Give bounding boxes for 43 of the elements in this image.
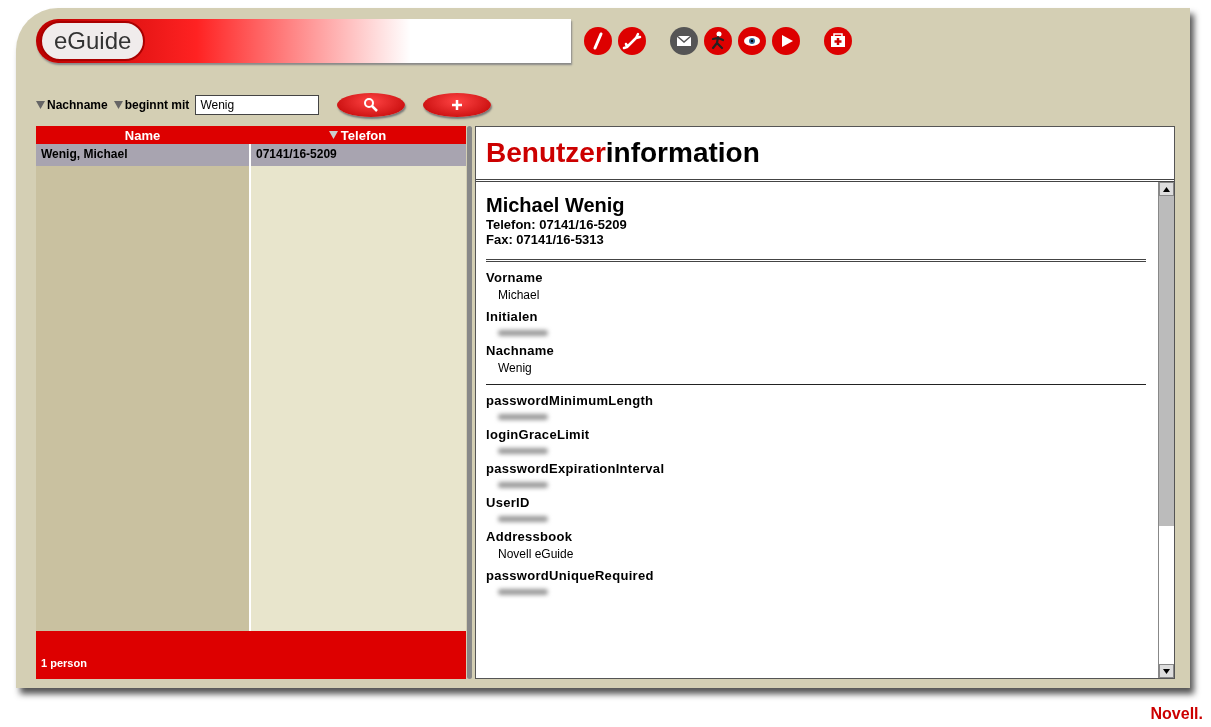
fax-text: Fax: 07141/16-5313 (486, 232, 605, 247)
search-icon (363, 97, 380, 113)
person-name: Michael Wenig (486, 194, 626, 217)
runner-icon[interactable] (703, 26, 733, 56)
table-cell: Wenig, Michael (36, 144, 249, 166)
result-count: 1 person (41, 657, 87, 669)
scroll-up-icon[interactable] (1159, 182, 1174, 196)
scroll-down-icon[interactable] (1159, 664, 1174, 678)
field-label: Vorname (486, 270, 544, 285)
play-icon[interactable] (771, 26, 801, 56)
field-value: Michael (498, 288, 541, 302)
page-title: Benutzerinformation (486, 137, 761, 169)
pencil-icon[interactable] (583, 26, 613, 56)
brand-logo: Novell. (1150, 705, 1203, 723)
table-cell: 07141/16-5209 (251, 144, 466, 166)
field-label: Initialen (486, 309, 539, 324)
sort-icon (328, 131, 338, 139)
eye-icon[interactable] (737, 26, 767, 56)
scrollbar[interactable] (1158, 182, 1174, 678)
column-header[interactable]: Telefon (249, 126, 466, 144)
operator-dropdown[interactable]: beginnt mit (113, 98, 190, 112)
field-label: Addressbook (486, 529, 574, 544)
search-field[interactable]: Wenig (195, 95, 320, 115)
result-row[interactable]: Wenig, Michael 07141/16-5209 (36, 144, 466, 166)
search-button[interactable] (337, 93, 406, 117)
column-header[interactable]: Name (36, 126, 249, 144)
caret-icon (113, 101, 123, 109)
phone-text: Telefon: 07141/16-5209 (486, 217, 628, 232)
field-label: loginGraceLimit (486, 427, 591, 442)
field-label: passwordExpirationInterval (486, 461, 666, 476)
attribute-dropdown[interactable]: Nachname (36, 98, 108, 112)
wrench-icon[interactable] (617, 26, 647, 56)
field-label: UserID (486, 495, 531, 510)
field-label: passwordMinimumLength (486, 393, 655, 408)
first-aid-kit-icon[interactable] (823, 26, 853, 56)
field-label: Nachname (486, 343, 556, 358)
mail-icon[interactable] (669, 26, 699, 56)
field-value: Wenig (498, 361, 533, 375)
add-button[interactable] (423, 93, 492, 117)
caret-icon (36, 101, 45, 109)
app-logo: eGuide (40, 21, 146, 61)
field-value: Novell eGuide (498, 547, 575, 561)
field-label: passwordUniqueRequired (486, 568, 655, 583)
